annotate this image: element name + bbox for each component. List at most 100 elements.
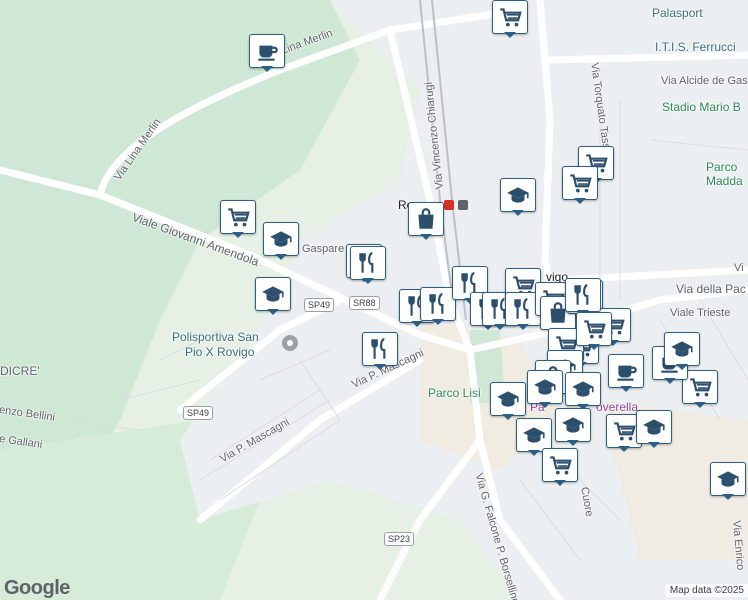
marker-box	[636, 410, 672, 444]
school-marker[interactable]	[636, 410, 672, 448]
cart-icon	[500, 8, 522, 27]
route-shield: SP49	[183, 406, 214, 420]
supermarket-marker[interactable]	[562, 166, 598, 204]
supermarket-marker[interactable]	[542, 448, 578, 486]
cafe-marker[interactable]	[608, 354, 644, 392]
restaurant-marker[interactable]	[350, 246, 386, 284]
school-icon	[534, 379, 556, 395]
restaurant-icon	[359, 252, 374, 273]
school-marker[interactable]	[565, 372, 601, 410]
map-canvas[interactable]: Via Lina Merlin Via Lina Merlin Viale Gi…	[0, 0, 748, 600]
restaurant-icon	[514, 298, 529, 319]
marker-pointer	[232, 232, 244, 238]
supermarket-marker[interactable]	[576, 312, 612, 350]
marker-pointer	[567, 440, 579, 446]
street-label: DICRE'	[0, 364, 40, 378]
cafe-marker[interactable]	[249, 34, 285, 72]
school-marker[interactable]	[490, 382, 526, 420]
marker-box	[490, 382, 526, 416]
supermarket-marker[interactable]	[492, 0, 528, 38]
bag-icon	[418, 208, 434, 229]
marker-box	[576, 312, 612, 346]
marker-box	[664, 332, 700, 366]
marker-box	[362, 332, 398, 366]
supermarket-marker[interactable]	[220, 200, 256, 238]
marker-box	[565, 278, 601, 312]
marker-pointer	[504, 32, 516, 38]
place-label: Parco	[706, 160, 738, 174]
place-label: Stadio Mario B	[662, 100, 741, 114]
school-icon	[507, 187, 529, 203]
cart-icon	[614, 422, 636, 441]
school-icon	[717, 471, 739, 487]
marker-pointer	[275, 254, 287, 260]
route-shield: SR88	[349, 296, 380, 310]
marker-box	[255, 277, 291, 311]
marker-box	[408, 202, 444, 236]
marker-box	[608, 354, 644, 388]
marker-pointer	[517, 324, 529, 330]
marker-pointer	[420, 234, 432, 240]
marker-pointer	[574, 198, 586, 204]
map-data-credit[interactable]: Map data ©2025	[665, 584, 748, 597]
place-label: Madda	[706, 174, 743, 188]
marker-box	[542, 448, 578, 482]
cart-icon	[228, 208, 250, 227]
cart-icon	[550, 456, 572, 475]
marker-pointer	[539, 402, 551, 408]
restaurant-marker[interactable]	[362, 332, 398, 370]
marker-pointer	[588, 344, 600, 350]
school-icon	[562, 417, 584, 433]
street-label: Viale Trieste	[670, 307, 731, 319]
school-marker[interactable]	[664, 332, 700, 370]
street-label: Vi	[734, 262, 744, 274]
school-icon	[497, 391, 519, 407]
marker-pointer	[267, 309, 279, 315]
coffee-icon	[617, 365, 637, 381]
marker-pointer	[676, 364, 688, 370]
marker-box	[555, 408, 591, 442]
school-marker[interactable]	[255, 277, 291, 315]
marker-pointer	[528, 450, 540, 456]
marker-pointer	[694, 402, 706, 408]
restaurant-marker[interactable]	[420, 287, 456, 325]
school-marker[interactable]	[527, 370, 563, 408]
place-label: Polisportiva San	[172, 330, 259, 344]
marker-box	[220, 200, 256, 234]
marker-box	[527, 370, 563, 404]
marker-pointer	[502, 414, 514, 420]
street-label: Via della Pac	[676, 282, 746, 296]
school-marker[interactable]	[555, 408, 591, 446]
marker-pointer	[648, 442, 660, 448]
restaurant-icon	[371, 338, 386, 359]
school-icon	[270, 231, 292, 247]
marker-pointer	[618, 446, 630, 452]
cart-icon	[690, 378, 712, 397]
school-marker[interactable]	[500, 178, 536, 216]
marker-box	[565, 372, 601, 406]
marker-pointer	[512, 210, 524, 216]
route-shield: SP23	[384, 532, 415, 546]
google-logo[interactable]: Google	[4, 577, 70, 600]
marker-box	[516, 418, 552, 452]
marker-pointer	[432, 319, 444, 325]
place-label: Parco Lisi	[428, 386, 481, 400]
restaurant-marker[interactable]	[565, 278, 601, 316]
place-label: Palasport	[652, 6, 703, 20]
marker-box	[492, 0, 528, 34]
marker-box	[420, 287, 456, 321]
school-icon	[572, 381, 594, 397]
marker-box	[562, 166, 598, 200]
marker-box	[710, 462, 746, 496]
shop-marker[interactable]	[408, 202, 444, 240]
school-icon	[523, 427, 545, 443]
place-label: I.T.I.S. Ferrucci	[655, 40, 736, 54]
marker-pointer	[374, 364, 386, 370]
place-label: overella	[596, 400, 639, 414]
school-marker[interactable]	[710, 462, 746, 500]
marker-pointer	[722, 494, 734, 500]
marker-pointer	[620, 386, 632, 392]
school-icon	[643, 419, 665, 435]
marker-pointer	[554, 480, 566, 486]
school-marker[interactable]	[263, 222, 299, 260]
